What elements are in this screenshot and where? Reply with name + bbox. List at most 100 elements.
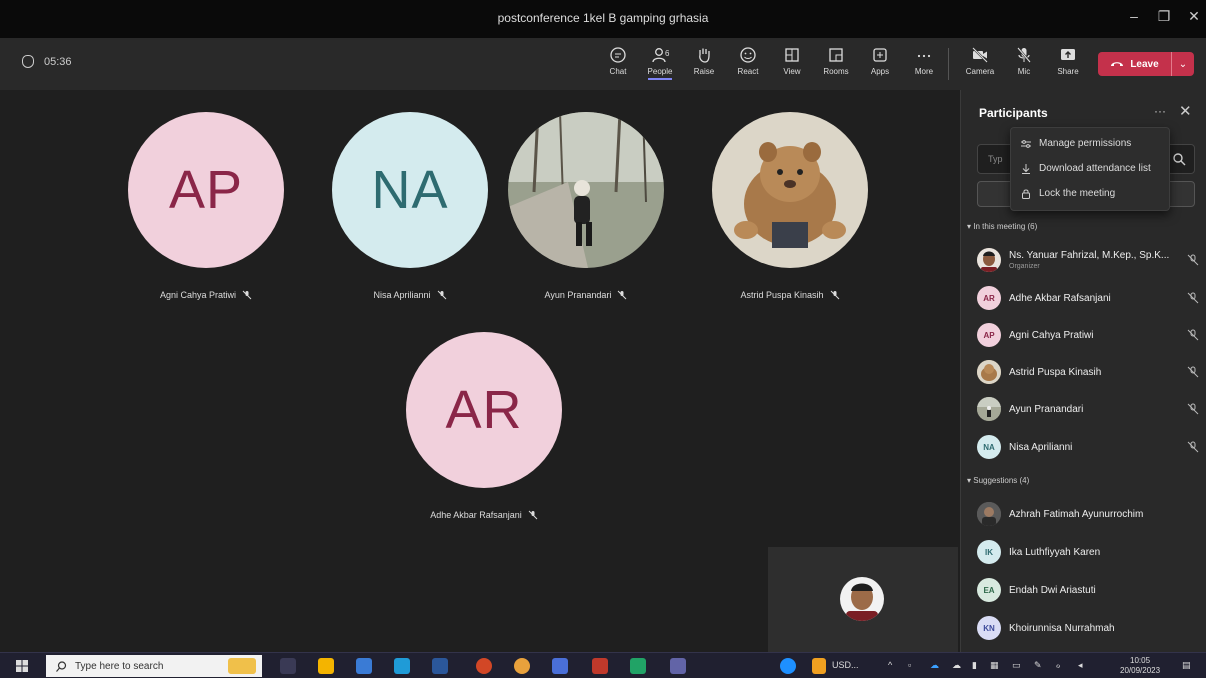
tray-app-icon[interactable]: ▫ bbox=[908, 660, 911, 670]
avatar-photo bbox=[508, 112, 664, 268]
self-view[interactable] bbox=[768, 547, 958, 652]
share-button[interactable]: Share bbox=[1048, 44, 1088, 86]
network-icon[interactable]: ▦ bbox=[990, 660, 999, 671]
participant-name: Agni Cahya Pratiwi bbox=[1009, 329, 1094, 341]
leave-main[interactable]: Leave bbox=[1098, 52, 1172, 76]
participant-name: Agni Cahya Pratiwi bbox=[106, 290, 306, 300]
taskbar-clock[interactable]: 10:05 20/09/2023 bbox=[1120, 656, 1160, 676]
menu-item-label: Manage permissions bbox=[1039, 138, 1132, 149]
menu-item-lock-meeting[interactable]: Lock the meeting bbox=[1021, 188, 1115, 199]
download-icon bbox=[1022, 163, 1030, 174]
camera-button[interactable]: Camera bbox=[960, 44, 1000, 86]
react-button[interactable]: React bbox=[728, 44, 768, 86]
mic-button[interactable]: Mic bbox=[1004, 44, 1044, 86]
file-explorer-icon[interactable] bbox=[318, 658, 334, 674]
hand-icon bbox=[699, 48, 710, 63]
mic-off-icon bbox=[1187, 403, 1199, 415]
suggestion-row[interactable]: EA Endah Dwi Ariastuti bbox=[977, 574, 1199, 606]
camera-off-icon bbox=[972, 47, 988, 63]
suggestion-row[interactable]: IK Ika Luthfiyyah Karen bbox=[977, 536, 1199, 568]
suggestions-header[interactable]: ▾ Suggestions (4) bbox=[967, 476, 1029, 485]
pen-icon[interactable]: ✎ bbox=[1034, 660, 1042, 671]
suggestion-row[interactable]: Azhrah Fatimah Ayunurrochim bbox=[977, 498, 1199, 530]
suggestion-row[interactable]: KN Khoirunnisa Nurrahmah bbox=[977, 612, 1199, 644]
participant-row[interactable]: Astrid Puspa Kinasih bbox=[977, 356, 1199, 388]
mic-off-icon bbox=[830, 290, 839, 300]
battery-icon[interactable]: ▭ bbox=[1012, 660, 1021, 671]
rooms-label: Rooms bbox=[823, 67, 849, 76]
participant-row[interactable]: Ayun Pranandari bbox=[977, 393, 1199, 425]
mic-off-icon bbox=[1187, 366, 1199, 378]
participant-row[interactable]: Ns. Yanuar Fahrizal, M.Kep., Sp.K... Org… bbox=[977, 244, 1199, 276]
onedrive-icon[interactable]: ☁ bbox=[930, 660, 939, 671]
ellipsis-icon bbox=[917, 54, 931, 58]
avatar: AR bbox=[977, 286, 1001, 310]
view-button[interactable]: View bbox=[772, 44, 812, 86]
language-icon[interactable]: ℴ bbox=[1056, 660, 1060, 671]
close-icon[interactable]: ✕ bbox=[1179, 102, 1192, 120]
photos-icon[interactable] bbox=[552, 658, 568, 674]
mic-off-icon bbox=[618, 290, 627, 300]
participant-row[interactable]: NA Nisa Aprilianni bbox=[977, 431, 1199, 463]
meeting-timer: 05:36 bbox=[22, 55, 72, 68]
restore-button[interactable]: ❐ bbox=[1152, 8, 1176, 30]
help-icon[interactable] bbox=[780, 658, 796, 674]
mic-off-icon bbox=[1187, 441, 1199, 453]
avatar: AP bbox=[128, 112, 284, 268]
excel-icon[interactable] bbox=[630, 658, 646, 674]
close-window-button[interactable]: ✕ bbox=[1182, 8, 1206, 30]
usb-icon[interactable]: ▮ bbox=[972, 660, 977, 671]
participant-tile[interactable]: AP Agni Cahya Pratiwi bbox=[106, 112, 306, 300]
participant-name: Ika Luthfiyyah Karen bbox=[1009, 546, 1101, 558]
mic-off-icon bbox=[1187, 329, 1199, 341]
participant-tile[interactable]: NA Nisa Aprilianni bbox=[310, 112, 510, 300]
more-button[interactable]: More bbox=[904, 44, 944, 86]
raise-hand-button[interactable]: Raise bbox=[684, 44, 724, 86]
grid-view-icon bbox=[785, 48, 799, 62]
mic-off-icon bbox=[1017, 47, 1031, 63]
participant-name: Astrid Puspa Kinasih bbox=[690, 290, 890, 300]
rooms-button[interactable]: Rooms bbox=[816, 44, 856, 86]
speaker-icon[interactable]: ◂ bbox=[1078, 660, 1083, 671]
participant-row[interactable]: AR Adhe Akbar Rafsanjani bbox=[977, 282, 1199, 314]
clock-date: 20/09/2023 bbox=[1120, 666, 1161, 675]
avatar bbox=[977, 248, 1001, 272]
store-icon[interactable] bbox=[356, 658, 372, 674]
teams-icon[interactable] bbox=[670, 658, 686, 674]
participant-row[interactable]: AP Agni Cahya Pratiwi bbox=[977, 319, 1199, 351]
mic-off-icon bbox=[1187, 254, 1199, 266]
apps-button[interactable]: Apps bbox=[860, 44, 900, 86]
minimize-button[interactable]: – bbox=[1122, 8, 1146, 30]
participant-tile[interactable]: Astrid Puspa Kinasih bbox=[690, 112, 890, 300]
notification-icon[interactable]: ▤ bbox=[1182, 660, 1191, 671]
avatar: NA bbox=[332, 112, 488, 268]
participant-tile[interactable]: AR Adhe Akbar Rafsanjani bbox=[384, 332, 584, 520]
avatar: AR bbox=[406, 332, 562, 488]
word-icon[interactable] bbox=[432, 658, 448, 674]
menu-item-download-attendance[interactable]: Download attendance list bbox=[1021, 163, 1151, 174]
participant-name: Ayun Pranandari bbox=[486, 290, 686, 300]
participants-options-menu: Manage permissions Download attendance l… bbox=[1010, 127, 1170, 211]
windows-start-icon[interactable] bbox=[16, 660, 28, 672]
chevron-down-icon[interactable]: ⌄ bbox=[1172, 59, 1194, 70]
menu-item-manage-permissions[interactable]: Manage permissions bbox=[1021, 138, 1131, 149]
chevron-up-icon[interactable]: ^ bbox=[888, 660, 892, 670]
avatar: AP bbox=[977, 323, 1001, 347]
cloud-icon[interactable]: ☁ bbox=[952, 660, 961, 671]
edge-icon[interactable] bbox=[394, 658, 410, 674]
tray-stock-text[interactable]: USD... bbox=[832, 660, 859, 670]
participant-tile[interactable]: Ayun Pranandari bbox=[486, 112, 686, 300]
panel-more-icon[interactable]: ··· bbox=[1154, 104, 1166, 118]
people-button[interactable]: 6 People bbox=[640, 44, 680, 86]
participant-name: Ns. Yanuar Fahrizal, M.Kep., Sp.K... bbox=[1009, 250, 1170, 261]
search-highlight-icon[interactable] bbox=[228, 658, 256, 674]
calendar-icon[interactable] bbox=[592, 658, 608, 674]
powerpoint-icon[interactable] bbox=[476, 658, 492, 674]
search-placeholder: Typ bbox=[988, 154, 1003, 164]
leave-button[interactable]: Leave ⌄ bbox=[1098, 52, 1194, 76]
shield-icon bbox=[22, 55, 34, 68]
in-meeting-header[interactable]: ▾ In this meeting (6) bbox=[967, 222, 1037, 231]
chat-button[interactable]: Chat bbox=[598, 44, 638, 86]
chrome-icon[interactable] bbox=[514, 658, 530, 674]
task-view-icon[interactable] bbox=[280, 658, 296, 674]
